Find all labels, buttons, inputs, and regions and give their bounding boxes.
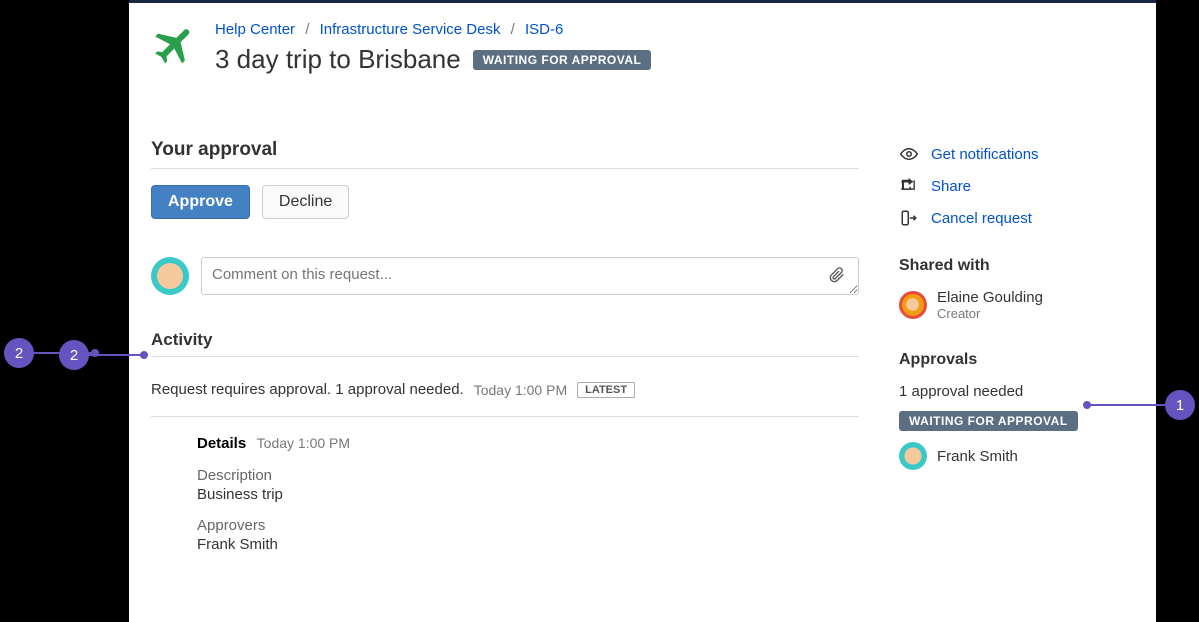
- annotation-dot-2: [140, 351, 148, 359]
- activity-entry: Request requires approval. 1 approval ne…: [151, 381, 859, 417]
- cancel-request-label: Cancel request: [931, 210, 1032, 227]
- field-approvers-value: Frank Smith: [197, 536, 859, 553]
- field-approvers-label: Approvers: [197, 517, 859, 534]
- annotation-bubble-1: 1: [1165, 390, 1195, 420]
- get-notifications-label: Get notifications: [931, 146, 1039, 163]
- share-icon: [899, 177, 919, 195]
- field-description-value: Business trip: [197, 486, 859, 503]
- latest-badge: LATEST: [577, 382, 635, 398]
- breadcrumb-help-center[interactable]: Help Center: [215, 21, 295, 38]
- creator-name: Elaine Goulding: [937, 289, 1043, 306]
- annotation-bubble-2: 2: [4, 338, 34, 368]
- shared-with-heading: Shared with: [899, 257, 1134, 275]
- creator-avatar: [899, 291, 927, 319]
- annotation-dot-1: [1083, 401, 1091, 409]
- status-badge: WAITING FOR APPROVAL: [473, 50, 652, 70]
- share-link[interactable]: Share: [899, 177, 1134, 195]
- page-title: 3 day trip to Brisbane: [215, 44, 461, 75]
- approvals-note: 1 approval needed: [899, 383, 1134, 400]
- eye-icon: [899, 145, 919, 163]
- details-heading: Details: [197, 435, 246, 452]
- comment-input[interactable]: [201, 257, 859, 295]
- activity-heading: Activity: [151, 330, 859, 357]
- attachment-icon[interactable]: [829, 265, 845, 290]
- approve-button[interactable]: Approve: [151, 185, 250, 219]
- airplane-icon: [151, 21, 199, 74]
- approval-status-badge: WAITING FOR APPROVAL: [899, 411, 1078, 431]
- breadcrumb-service-desk[interactable]: Infrastructure Service Desk: [320, 21, 501, 38]
- share-label: Share: [931, 178, 971, 195]
- annotation-2: 2: [59, 340, 89, 370]
- annotation-line-1: [1089, 404, 1166, 406]
- cancel-request-link[interactable]: Cancel request: [899, 209, 1134, 227]
- approval-heading: Your approval: [151, 139, 859, 169]
- creator-role: Creator: [937, 306, 1043, 321]
- approver-avatar: [899, 442, 927, 470]
- get-notifications-link[interactable]: Get notifications: [899, 145, 1134, 163]
- breadcrumb: Help Center / Infrastructure Service Des…: [215, 21, 651, 38]
- cancel-icon: [899, 209, 919, 227]
- breadcrumb-ticket[interactable]: ISD-6: [525, 21, 563, 38]
- details-time: Today 1:00 PM: [257, 435, 350, 451]
- approver-name: Frank Smith: [937, 448, 1018, 465]
- field-description-label: Description: [197, 467, 859, 484]
- current-user-avatar: [151, 257, 189, 295]
- approvals-heading: Approvals: [899, 351, 1134, 369]
- activity-time: Today 1:00 PM: [474, 382, 567, 398]
- activity-text: Request requires approval. 1 approval ne…: [151, 381, 464, 398]
- annotation-line-2: [88, 354, 142, 356]
- decline-button[interactable]: Decline: [262, 185, 349, 219]
